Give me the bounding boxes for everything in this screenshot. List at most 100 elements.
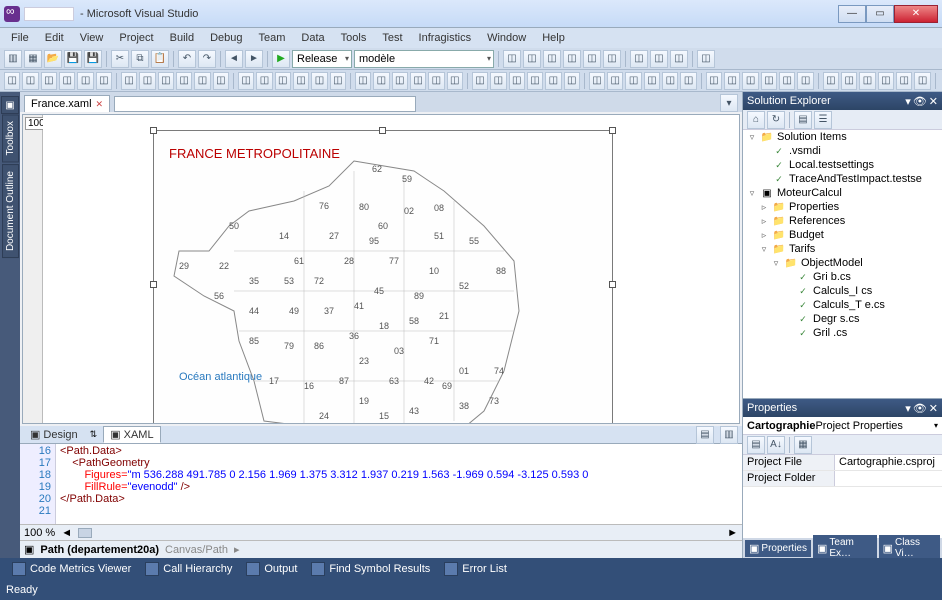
tb2-btn-35[interactable]: ◫ [680, 72, 696, 90]
close-tab-icon[interactable]: ✕ [96, 99, 104, 110]
dept-42[interactable]: 42 [424, 376, 434, 386]
save-all-icon[interactable]: 💾 [84, 50, 102, 68]
tree-item[interactable]: ▿📁Solution Items [743, 130, 942, 144]
menu-team[interactable]: Team [252, 30, 293, 46]
tb2-btn-4[interactable]: ◫ [77, 72, 93, 90]
breadcrumb-path[interactable]: Canvas/Path [165, 544, 228, 556]
bottom-tab[interactable]: Output [240, 560, 303, 578]
tb2-btn-34[interactable]: ◫ [662, 72, 678, 90]
tb2-btn-33[interactable]: ◫ [644, 72, 660, 90]
tb2-btn-39[interactable]: ◫ [761, 72, 777, 90]
nav-back-icon[interactable]: ◄ [225, 50, 243, 68]
dept-61[interactable]: 61 [294, 256, 304, 266]
solution-tree[interactable]: ▿📁Solution Items✓ .vsmdi✓Local.testsetti… [743, 130, 942, 398]
tb-b-icon[interactable]: ◫ [523, 50, 541, 68]
tb2-btn-2[interactable]: ◫ [41, 72, 57, 90]
tb2-btn-21[interactable]: ◫ [410, 72, 426, 90]
tb2-btn-1[interactable]: ◫ [22, 72, 38, 90]
hscroll-right[interactable]: ► [727, 527, 738, 539]
tb2-btn-16[interactable]: ◫ [311, 72, 327, 90]
se-showall-icon[interactable]: ▤ [794, 111, 812, 129]
properties-selector[interactable]: Cartographie Project Properties▾ [743, 417, 942, 435]
tree-item[interactable]: ▿▣MoteurCalcul [743, 186, 942, 200]
dept-22[interactable]: 22 [219, 261, 229, 271]
dept-86[interactable]: 86 [314, 341, 324, 351]
tb2-btn-19[interactable]: ◫ [373, 72, 389, 90]
bottom-tab[interactable]: Find Symbol Results [305, 560, 436, 578]
se-home-icon[interactable]: ⌂ [747, 111, 765, 129]
tb2-btn-28[interactable]: ◫ [545, 72, 561, 90]
dept-62[interactable]: 62 [372, 164, 382, 174]
tb2-btn-8[interactable]: ◫ [158, 72, 174, 90]
design-canvas[interactable]: FRANCE METROPOLITAINE Océan atlantique 6… [43, 115, 739, 423]
property-grid[interactable]: Project FileCartographie.csprojProject F… [743, 455, 942, 538]
menu-test[interactable]: Test [375, 30, 409, 46]
expand-icon[interactable]: ▿ [771, 258, 781, 269]
dept-59[interactable]: 59 [402, 174, 412, 184]
dept-45[interactable]: 45 [374, 286, 384, 296]
tb2-btn-18[interactable]: ◫ [355, 72, 371, 90]
bottom-tab[interactable]: Error List [438, 560, 513, 578]
tree-item[interactable]: ▹📁References [743, 214, 942, 228]
dept-35[interactable]: 35 [249, 276, 259, 286]
selected-element[interactable]: Path (departement20a) [40, 544, 159, 556]
menu-data[interactable]: Data [294, 30, 331, 46]
save-icon[interactable]: 💾 [64, 50, 82, 68]
tb2-btn-0[interactable]: ◫ [4, 72, 20, 90]
dept-58[interactable]: 58 [409, 316, 419, 326]
prop-pages-icon[interactable]: ▦ [794, 436, 812, 454]
bottom-tab[interactable]: Call Hierarchy [139, 560, 238, 578]
tb2-btn-32[interactable]: ◫ [625, 72, 641, 90]
pane-close-icon[interactable]: ✕ [929, 95, 938, 108]
tb2-btn-3[interactable]: ◫ [59, 72, 75, 90]
dept-71[interactable]: 71 [429, 336, 439, 346]
tb2-btn-17[interactable]: ◫ [330, 72, 346, 90]
tb-a-icon[interactable]: ◫ [503, 50, 521, 68]
dept-95[interactable]: 95 [369, 236, 379, 246]
dept-19[interactable]: 19 [359, 396, 369, 406]
undo-icon[interactable]: ↶ [178, 50, 196, 68]
se-props-icon[interactable]: ☰ [814, 111, 832, 129]
expand-icon[interactable]: ▹ [759, 216, 769, 227]
dept-79[interactable]: 79 [284, 341, 294, 351]
tb2-btn-5[interactable]: ◫ [96, 72, 112, 90]
pane-menu-icon[interactable]: ▾ [905, 402, 911, 415]
tb2-btn-20[interactable]: ◫ [392, 72, 408, 90]
dept-17[interactable]: 17 [269, 376, 279, 386]
tb2-btn-40[interactable]: ◫ [779, 72, 795, 90]
dept-37[interactable]: 37 [324, 306, 334, 316]
dept-21[interactable]: 21 [439, 311, 449, 321]
dept-18[interactable]: 18 [379, 321, 389, 331]
tb2-btn-44[interactable]: ◫ [859, 72, 875, 90]
dept-28[interactable]: 28 [344, 256, 354, 266]
dept-87[interactable]: 87 [339, 376, 349, 386]
dept-29[interactable]: 29 [179, 261, 189, 271]
code-content[interactable]: <Path.Data> <PathGeometry Figures="m 536… [56, 444, 592, 524]
tb-e-icon[interactable]: ◫ [583, 50, 601, 68]
tb-d-icon[interactable]: ◫ [563, 50, 581, 68]
code-zoom[interactable]: 100 % [24, 527, 55, 539]
new-project-icon[interactable]: ▥ [4, 50, 22, 68]
dept-50[interactable]: 50 [229, 221, 239, 231]
property-row[interactable]: Project FileCartographie.csproj [743, 455, 942, 471]
tb-h-icon[interactable]: ◫ [650, 50, 668, 68]
menu-window[interactable]: Window [480, 30, 533, 46]
dept-74[interactable]: 74 [494, 366, 504, 376]
menu-edit[interactable]: Edit [38, 30, 71, 46]
tb-f-icon[interactable]: ◫ [603, 50, 621, 68]
tb2-btn-22[interactable]: ◫ [428, 72, 444, 90]
artboard[interactable]: FRANCE METROPOLITAINE Océan atlantique 6… [153, 130, 613, 423]
dept-53[interactable]: 53 [284, 276, 294, 286]
menu-project[interactable]: Project [112, 30, 160, 46]
tb2-btn-41[interactable]: ◫ [797, 72, 813, 90]
split-h-icon[interactable]: ▤ [696, 426, 714, 444]
tree-item[interactable]: ▿📁ObjectModel [743, 256, 942, 270]
dept-51[interactable]: 51 [434, 231, 444, 241]
pane-close-icon[interactable]: ✕ [929, 402, 938, 415]
dept-55[interactable]: 55 [469, 236, 479, 246]
code-editor[interactable]: 161718192021 <Path.Data> <PathGeometry F… [20, 444, 742, 524]
dept-85[interactable]: 85 [249, 336, 259, 346]
minimize-button[interactable]: — [838, 5, 866, 23]
tree-item[interactable]: ✓Degr s.cs [743, 312, 942, 326]
expand-icon[interactable]: ▿ [759, 244, 769, 255]
